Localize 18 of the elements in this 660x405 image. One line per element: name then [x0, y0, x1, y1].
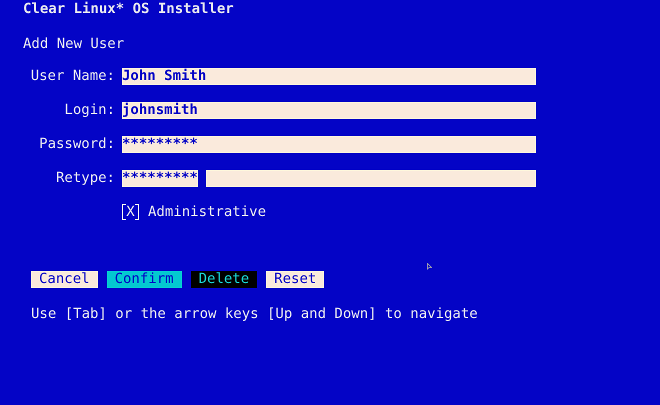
field-label: Login: [63, 102, 115, 118]
section-heading: Add New User [23, 35, 124, 53]
help-text: Use [Tab] or the arrow keys [Up and Down] to navigate [31, 305, 478, 323]
checkbox-label: Administrative [148, 203, 266, 221]
action-button[interactable]: Confirm [106, 271, 182, 288]
action-button[interactable]: Reset [266, 271, 324, 288]
input-field[interactable]: ********* [122, 170, 536, 186]
action-button[interactable]: Delete [190, 271, 258, 288]
field-label: Retype: [54, 170, 115, 186]
input-field[interactable]: John Smith [122, 68, 536, 84]
field-label: Password: [38, 136, 115, 152]
window-title: Clear Linux* OS Installer [23, 0, 234, 18]
field-label: User Name: [30, 68, 115, 84]
mouse-pointer-icon [427, 263, 432, 270]
input-field[interactable]: johnsmith [122, 102, 536, 118]
checkbox[interactable]: X [122, 204, 139, 220]
action-button[interactable]: Cancel [31, 271, 98, 288]
input-field[interactable]: ********* [122, 136, 536, 152]
